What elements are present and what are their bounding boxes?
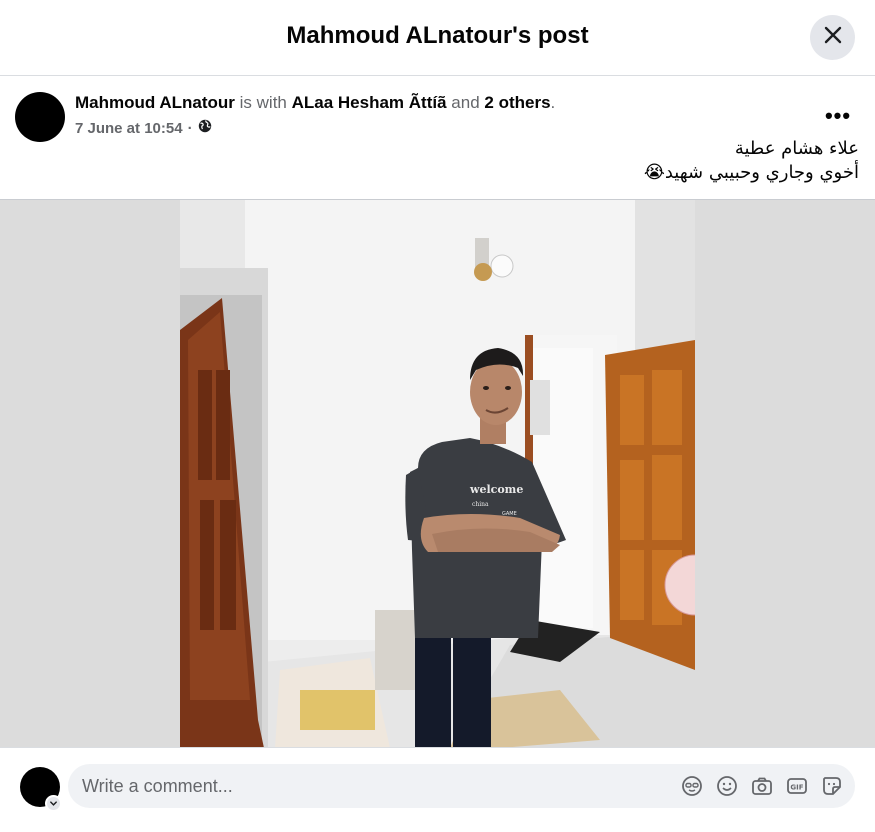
post-text-line-2: أخوي وجاري وحبيبي شهيد😭 — [643, 162, 859, 183]
comment-bar: GIF — [0, 747, 875, 832]
author-name-link[interactable]: Mahmoud ALnatour — [75, 93, 235, 112]
post-header: Mahmoud ALnatour is with ALaa Hesham Ãtt… — [0, 77, 875, 199]
and-text: and — [451, 93, 480, 112]
post-text: علاء هشام عطية أخوي وجاري وحبيبي شهيد😭 — [644, 137, 859, 185]
avatar-sticker-icon[interactable] — [681, 775, 703, 797]
period-text: . — [550, 93, 556, 112]
post-timestamp-link[interactable]: 7 June at 10:54 — [75, 120, 183, 137]
tagged-person-link[interactable]: ALaa Hesham Ãttíã — [292, 93, 447, 112]
dialog-header: Mahmoud ALnatour's post — [0, 0, 875, 76]
post-meta: 7 June at 10:54 · — [75, 119, 212, 137]
gif-icon[interactable]: GIF — [786, 775, 808, 797]
chevron-down-icon — [49, 795, 58, 813]
svg-text:GIF: GIF — [790, 784, 803, 792]
photo-man-in-room: welcome china GAME — [180, 200, 695, 747]
camera-icon[interactable] — [751, 775, 773, 797]
post-photo[interactable]: welcome china GAME — [180, 200, 695, 747]
profile-switch-button[interactable] — [45, 795, 62, 812]
svg-text:welcome: welcome — [469, 483, 523, 496]
author-avatar[interactable] — [15, 92, 65, 142]
more-icon: ••• — [824, 103, 852, 128]
close-button[interactable] — [810, 15, 855, 60]
comment-box: GIF — [68, 764, 855, 808]
emoji-icon[interactable] — [716, 775, 738, 797]
author-line: Mahmoud ALnatour is with ALaa Hesham Ãtt… — [75, 93, 555, 113]
close-icon — [823, 25, 843, 50]
sticker-icon[interactable] — [821, 775, 843, 797]
dialog-title: Mahmoud ALnatour's post — [286, 22, 589, 49]
svg-text:china: china — [472, 501, 489, 508]
post-text-line-1: علاء هشام عطية — [734, 138, 859, 159]
svg-text:GAME: GAME — [502, 511, 517, 517]
post-media-area: welcome china GAME — [0, 199, 875, 747]
others-link[interactable]: 2 others — [484, 93, 550, 112]
comment-input[interactable] — [82, 764, 642, 808]
with-text: is with — [239, 93, 287, 112]
meta-separator: · — [187, 119, 193, 137]
more-options-button[interactable]: ••• — [818, 101, 858, 131]
globe-icon[interactable] — [198, 119, 212, 137]
